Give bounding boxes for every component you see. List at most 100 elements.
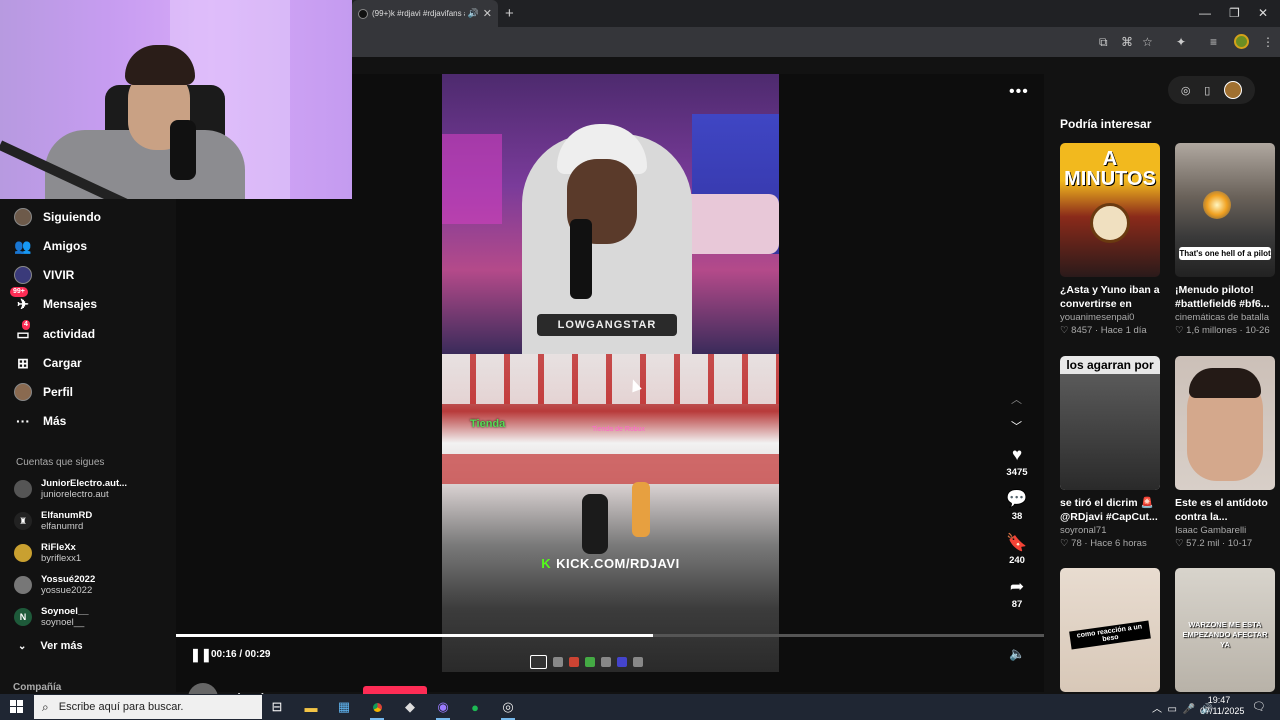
previous-video-chevron-up-icon[interactable]: ︿ bbox=[1011, 391, 1022, 407]
account-name: Yossué2022 bbox=[41, 574, 96, 585]
video-thumbnail[interactable] bbox=[1175, 356, 1275, 490]
card-author[interactable]: cinemáticas de batalla bbox=[1175, 312, 1276, 323]
comment-action[interactable]: 💬 38 bbox=[1000, 490, 1034, 523]
account-name: JuniorElectro.aut... bbox=[41, 478, 128, 489]
card-title[interactable]: ¿Asta y Yuno iban a convertirse en Rey..… bbox=[1060, 283, 1161, 311]
heart-icon[interactable]: ♥ bbox=[1000, 446, 1034, 464]
card-author[interactable]: soyronal71 bbox=[1060, 525, 1161, 536]
browser-profile-avatar[interactable] bbox=[1234, 34, 1249, 49]
video-player[interactable]: LOWGANGSTAR Tienda Tienda de Robux K KICK… bbox=[442, 74, 779, 672]
browser-menu-icon[interactable]: ⋮ bbox=[1262, 35, 1274, 49]
speaker-icon[interactable]: 🔊 bbox=[468, 8, 479, 19]
taskbar-clock[interactable]: 19:47 07/11/2025 bbox=[1200, 695, 1245, 717]
close-window-icon[interactable]: ✕ bbox=[1258, 6, 1268, 20]
compass-icon[interactable]: ◎ bbox=[1181, 84, 1191, 97]
video-thumbnail[interactable]: A MINUTOS bbox=[1060, 143, 1160, 277]
card-likes: 78 bbox=[1071, 538, 1082, 549]
notifications-icon[interactable]: 🗨 bbox=[1252, 700, 1266, 713]
recommended-video-card[interactable]: A MINUTOS ¿Asta y Yuno iban a convertirs… bbox=[1060, 143, 1161, 336]
followed-account[interactable]: N Soynoel__ soynoel__ bbox=[14, 603, 89, 631]
file-explorer-icon[interactable]: ▬ bbox=[302, 698, 320, 716]
chrome-icon[interactable] bbox=[368, 698, 386, 720]
account-handle: yossue2022 bbox=[41, 585, 93, 596]
phone-icon[interactable]: ▯ bbox=[1204, 84, 1210, 97]
left-sidebar: Siguiendo 👥 Amigos VIVIR ✈ 99+ Mensajes ▭… bbox=[0, 199, 176, 720]
translate-icon[interactable]: ⌘ bbox=[1121, 35, 1133, 49]
game-robux-label: Tienda de Robux bbox=[592, 426, 646, 433]
obs-icon[interactable]: ◎ bbox=[499, 698, 517, 720]
account-name: Soynoel__ bbox=[41, 606, 89, 617]
followed-account[interactable]: ♜ ElfanumRD elfanumrd bbox=[14, 507, 92, 535]
discord-icon[interactable]: ◉ bbox=[434, 698, 452, 720]
video-thumbnail[interactable]: como reacción a un beso bbox=[1060, 568, 1160, 692]
card-title[interactable]: ¡Menudo piloto! #battlefield6 #bf6... bbox=[1175, 283, 1276, 311]
extensions-icon[interactable]: ✦ bbox=[1176, 35, 1186, 49]
card-meta: ♡ 8457 · Hace 1 día bbox=[1060, 325, 1147, 336]
sidebar-item-vivir[interactable]: VIVIR bbox=[14, 264, 74, 286]
company-section-title: Compañía bbox=[13, 682, 62, 693]
recommended-video-card[interactable]: WARZONE ME ESTA EMPEZANDO AFECTAR YA bbox=[1175, 568, 1276, 692]
card-likes: 8457 bbox=[1071, 325, 1093, 336]
browser-tab[interactable]: (99+)k #rdjavi #rdjavifans # 🔊 ✕ bbox=[352, 0, 498, 27]
store-icon[interactable]: ▦ bbox=[335, 698, 353, 716]
sidebar-item-mas[interactable]: ··· Más bbox=[14, 410, 66, 432]
followed-account[interactable]: Yossué2022 yossue2022 bbox=[14, 571, 95, 599]
heart-outline-icon: ♡ bbox=[1175, 325, 1187, 336]
restore-icon[interactable]: ❐ bbox=[1229, 6, 1240, 20]
share-count: 87 bbox=[1011, 599, 1023, 610]
screen: (99+)k #rdjavi #rdjavifans # 🔊 ✕ + — ❐ ✕… bbox=[0, 0, 1280, 720]
see-more-label: Ver más bbox=[40, 640, 83, 652]
avatar bbox=[14, 576, 32, 594]
more-options-icon[interactable]: ••• bbox=[1009, 83, 1029, 101]
recommended-video-card[interactable]: los agarran por se tiró el dicrim 🚨 @RDj… bbox=[1060, 356, 1161, 549]
user-avatar[interactable] bbox=[1224, 81, 1243, 99]
avatar: N bbox=[14, 608, 32, 626]
minimize-icon[interactable]: — bbox=[1199, 6, 1211, 20]
bookmark-icon[interactable]: 🔖 bbox=[1000, 534, 1034, 552]
recommended-video-card[interactable]: That's one hell of a pilot ¡Menudo pilot… bbox=[1175, 143, 1276, 336]
next-video-chevron-down-icon[interactable]: ﹀ bbox=[1011, 418, 1022, 434]
video-thumbnail[interactable]: los agarran por bbox=[1060, 356, 1160, 490]
followed-account[interactable]: JuniorElectro.aut... juniorelectro.aut bbox=[14, 475, 127, 503]
card-title[interactable]: Este es el antídoto contra la... bbox=[1175, 496, 1276, 524]
comment-icon[interactable]: 💬 bbox=[1000, 490, 1034, 508]
pause-icon[interactable]: ❚❚ bbox=[190, 647, 212, 663]
share-action[interactable]: ➦ 87 bbox=[1000, 578, 1034, 611]
sidebar-item-label: Siguiendo bbox=[43, 210, 101, 224]
card-author[interactable]: Isaac Gambarelli bbox=[1175, 525, 1276, 536]
recommended-video-card[interactable]: Este es el antídoto contra la... Isaac G… bbox=[1175, 356, 1276, 549]
video-game-feed: Tienda Tienda de Robux K KICK.COM/RDJAVI bbox=[442, 354, 779, 672]
new-tab-button[interactable]: + bbox=[505, 5, 514, 22]
heart-outline-icon: ♡ bbox=[1060, 325, 1072, 336]
share-arrow-icon[interactable]: ➦ bbox=[1000, 578, 1034, 596]
card-author[interactable]: youanimesenpai0 bbox=[1060, 312, 1161, 323]
install-app-icon[interactable]: ⧉ bbox=[1099, 35, 1108, 50]
see-more-button[interactable]: ⌄ Ver más bbox=[18, 640, 83, 652]
sidebar-item-mensajes[interactable]: ✈ 99+ Mensajes bbox=[10, 287, 97, 315]
video-thumbnail[interactable]: WARZONE ME ESTA EMPEZANDO AFECTAR YA bbox=[1175, 568, 1275, 692]
spotify-icon[interactable]: ● bbox=[466, 698, 484, 716]
roblox-icon[interactable]: ◆ bbox=[401, 698, 419, 716]
clock-date: 07/11/2025 bbox=[1200, 706, 1245, 716]
bookmark-star-icon[interactable]: ☆ bbox=[1142, 35, 1153, 49]
followed-account[interactable]: RiFleXx byriflexx1 bbox=[14, 539, 81, 567]
volume-icon[interactable]: 🔈 bbox=[1009, 646, 1025, 662]
sidebar-item-actividad[interactable]: ▭ 4 actividad bbox=[14, 320, 95, 345]
card-meta: ♡ 1,6 millones · 10-26 bbox=[1175, 325, 1270, 336]
card-title[interactable]: se tiró el dicrim 🚨 @RDjavi #CapCut... bbox=[1060, 496, 1161, 524]
tab-close-icon[interactable]: ✕ bbox=[483, 7, 492, 20]
media-controls-icon[interactable]: ≡ bbox=[1210, 35, 1217, 49]
video-progress-fill bbox=[176, 634, 654, 637]
sidebar-item-siguiendo[interactable]: Siguiendo bbox=[14, 206, 101, 228]
recommended-video-card[interactable]: como reacción a un beso bbox=[1060, 568, 1161, 692]
sidebar-item-cargar[interactable]: ⊞ Cargar bbox=[14, 352, 82, 374]
task-view-icon[interactable]: ⊟ bbox=[268, 698, 286, 716]
sidebar-item-amigos[interactable]: 👥 Amigos bbox=[14, 235, 87, 257]
save-action[interactable]: 🔖 240 bbox=[1000, 534, 1034, 567]
like-action[interactable]: ♥ 3475 bbox=[1000, 446, 1034, 479]
windows-start-icon[interactable] bbox=[10, 700, 23, 713]
taskbar-search-box[interactable]: ⌕ Escribe aquí para buscar. bbox=[34, 695, 262, 719]
sidebar-item-perfil[interactable]: Perfil bbox=[14, 381, 73, 403]
video-progress-bar[interactable] bbox=[176, 634, 1044, 637]
video-thumbnail[interactable]: That's one hell of a pilot bbox=[1175, 143, 1275, 277]
